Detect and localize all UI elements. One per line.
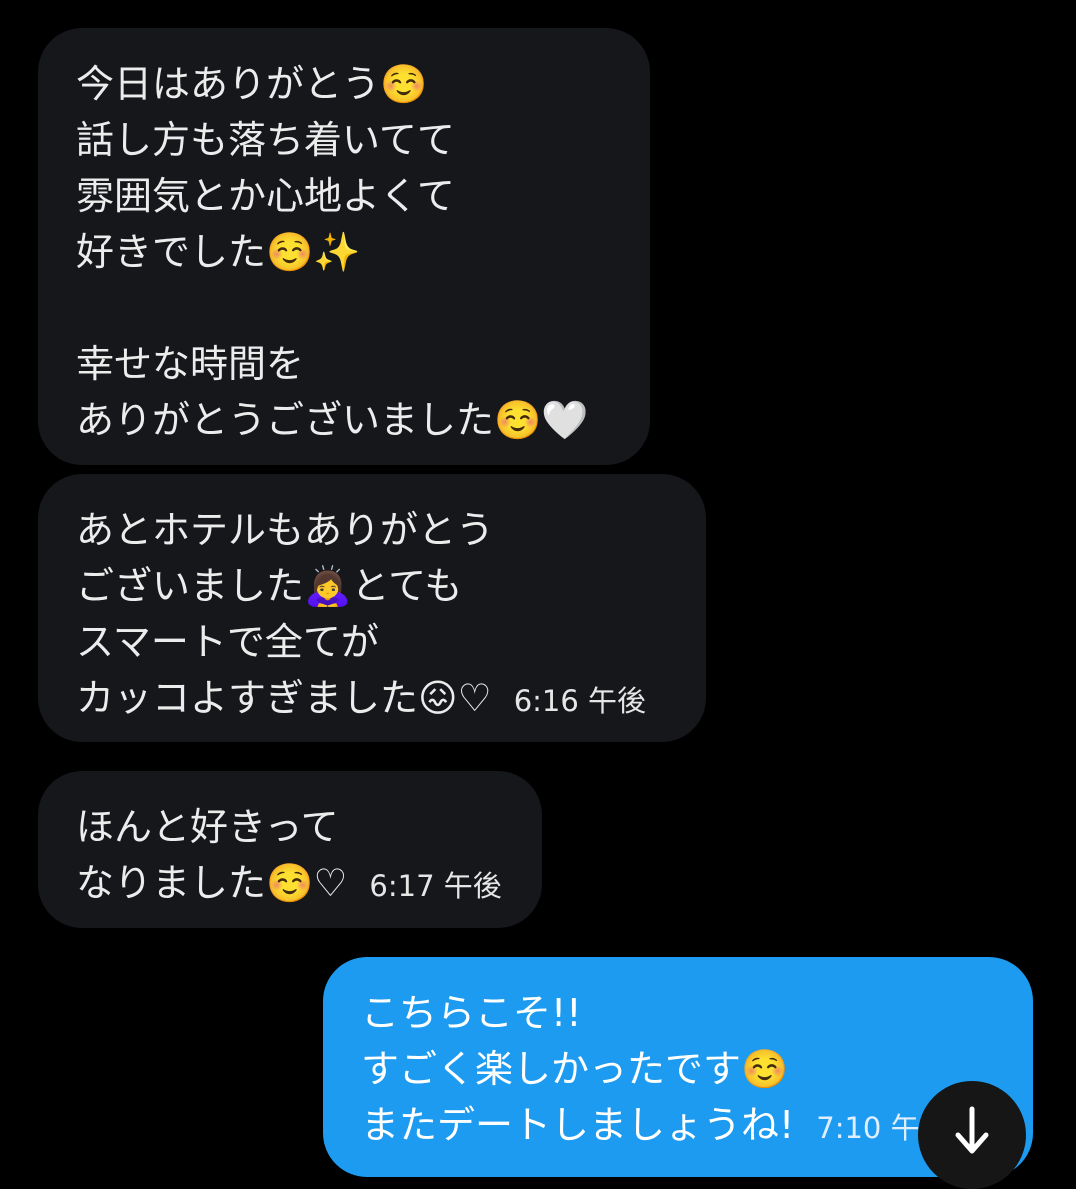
message-line: またデートしましょうね! 7:10 午 bbox=[361, 1097, 995, 1156]
message-line bbox=[76, 280, 612, 336]
message-line: こちらこそ!! bbox=[361, 991, 582, 1035]
message-line: ほんと好きって bbox=[76, 805, 339, 849]
message-line-text: なりました☺️♡ bbox=[76, 861, 348, 905]
message-line-text: またデートしましょうね! bbox=[361, 1103, 795, 1147]
message-line: 好きでした☺️✨ bbox=[76, 230, 361, 274]
message-bubble-incoming[interactable]: あとホテルもありがとう ございました🙇‍♀️とても スマートで全てが カッコよす… bbox=[38, 474, 706, 742]
message-line: 今日はありがとう☺️ bbox=[76, 62, 428, 106]
message-line: あとホテルもありがとう bbox=[76, 508, 495, 552]
message-line: 幸せな時間を bbox=[76, 342, 305, 386]
message-bubble-incoming[interactable]: ほんと好きって なりました☺️♡ 6:17 午後 bbox=[38, 771, 542, 928]
message-timestamp: 7:10 午 bbox=[816, 1111, 920, 1145]
message-line: 話し方も落ち着いてて bbox=[76, 118, 455, 162]
message-line: カッコよすぎました😖♡ 6:16 午後 bbox=[76, 670, 668, 729]
message-line: ございました🙇‍♀️とても bbox=[76, 564, 463, 608]
message-bubble-incoming[interactable]: 今日はありがとう☺️ 話し方も落ち着いてて 雰囲気とか心地よくて 好きでした☺️… bbox=[38, 28, 650, 465]
arrow-down-icon bbox=[955, 1106, 989, 1154]
message-timestamp: 6:17 午後 bbox=[369, 869, 502, 903]
message-line-text: カッコよすぎました😖♡ bbox=[76, 676, 492, 720]
message-timestamp: 6:16 午後 bbox=[513, 684, 647, 718]
message-line: ありがとうございました☺️🤍 bbox=[76, 398, 589, 442]
message-line: すごく楽しかったです☺️ bbox=[361, 1047, 789, 1091]
message-line: 雰囲気とか心地よくて bbox=[76, 174, 455, 218]
scroll-to-bottom-button[interactable] bbox=[918, 1081, 1026, 1189]
message-line: なりました☺️♡ 6:17 午後 bbox=[76, 855, 504, 914]
message-line: スマートで全てが bbox=[76, 620, 379, 664]
